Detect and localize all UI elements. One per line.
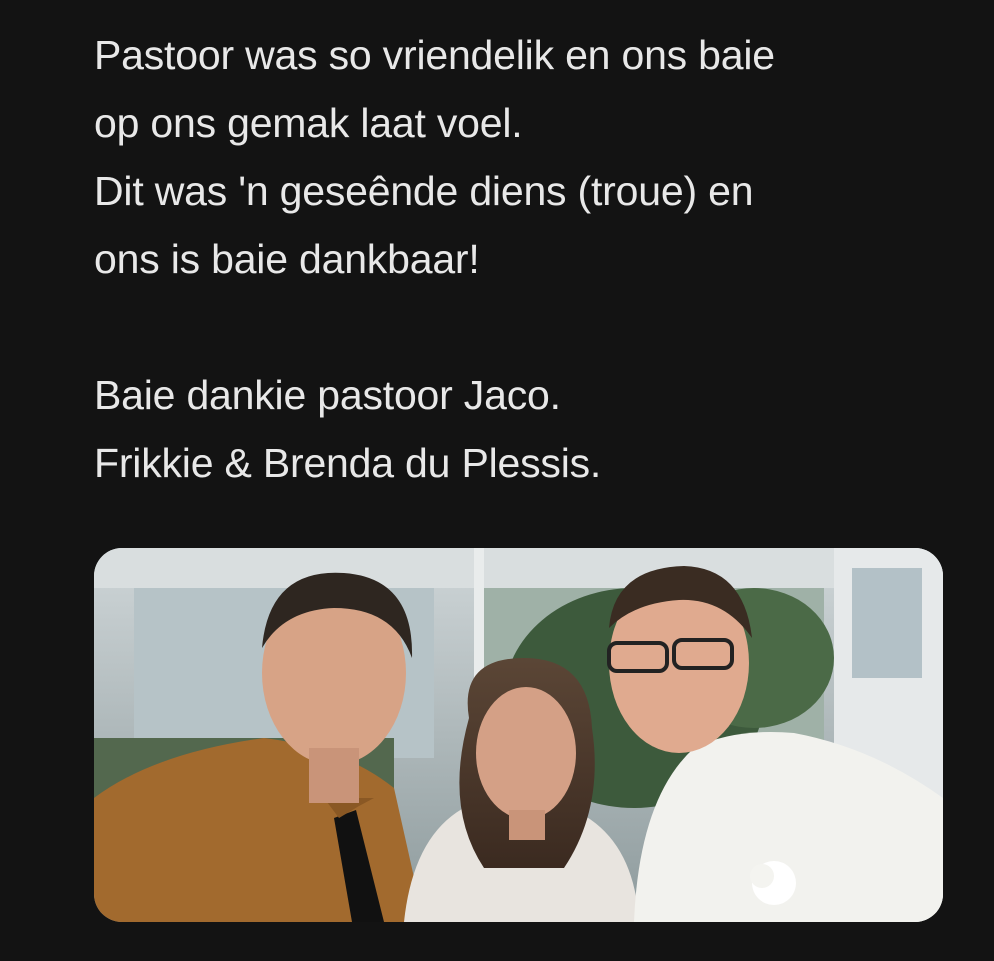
boutonniere	[750, 864, 774, 888]
review-body: Pastoor was so vriendelik en ons baie op…	[94, 21, 954, 497]
review-photo[interactable]	[94, 548, 943, 922]
middle-person-face	[476, 687, 576, 819]
review-signature: Frikkie & Brenda du Plessis.	[94, 440, 602, 486]
left-person-neck	[309, 748, 359, 803]
window-right	[852, 568, 922, 678]
review-line: Baie dankie pastoor Jaco.	[94, 372, 561, 418]
review-line: Dit was 'n geseênde diens (troue) en	[94, 168, 754, 214]
middle-person-neck	[509, 810, 545, 840]
review-line: Pastoor was so vriendelik en ons baie	[94, 32, 775, 78]
photo-image	[94, 548, 943, 922]
review-text: Pastoor was so vriendelik en ons baie op…	[94, 21, 954, 497]
ceiling	[94, 548, 943, 588]
review-line: ons is baie dankbaar!	[94, 236, 480, 282]
review-line: op ons gemak laat voel.	[94, 100, 523, 146]
